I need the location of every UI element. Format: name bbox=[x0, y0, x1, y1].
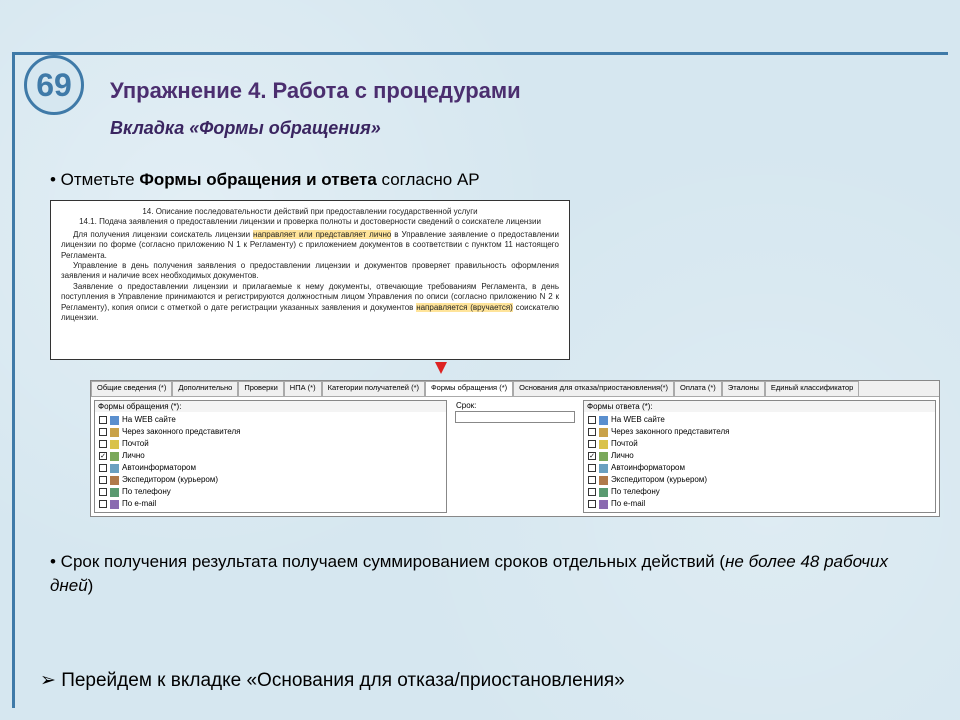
checkbox[interactable] bbox=[588, 416, 596, 424]
list-item: Автоинформатором bbox=[586, 462, 933, 474]
item-label: По e-mail bbox=[122, 498, 156, 510]
list-item: Лично bbox=[97, 450, 444, 462]
tab-6[interactable]: Основания для отказа/приостановления(*) bbox=[513, 381, 674, 396]
item-label: По телефону bbox=[122, 486, 171, 498]
deadline-label: Срок: bbox=[455, 400, 575, 411]
item-icon bbox=[599, 428, 608, 437]
list-item: По e-mail bbox=[586, 498, 933, 510]
tab-2[interactable]: Проверки bbox=[238, 381, 283, 396]
checkbox[interactable] bbox=[99, 440, 107, 448]
tab-8[interactable]: Эталоны bbox=[722, 381, 765, 396]
app-screenshot: Общие сведения (*)ДополнительноПроверкиН… bbox=[90, 380, 940, 517]
footer-next-step: ➢ Перейдем к вкладке «Основания для отка… bbox=[40, 669, 625, 692]
tab-1[interactable]: Дополнительно bbox=[172, 381, 238, 396]
item-label: Почтой bbox=[611, 438, 638, 450]
item-icon bbox=[110, 464, 119, 473]
list-item: Почтой bbox=[97, 438, 444, 450]
item-icon bbox=[599, 500, 608, 509]
list-item: По e-mail bbox=[97, 498, 444, 510]
item-label: На WEB сайте bbox=[122, 414, 176, 426]
regulation-excerpt: 14. Описание последовательности действий… bbox=[50, 200, 570, 360]
item-icon bbox=[110, 440, 119, 449]
slide-subtitle: Вкладка «Формы обращения» bbox=[110, 118, 381, 139]
forms-response-panel: Формы ответа (*): На WEB сайтеЧерез зако… bbox=[583, 400, 936, 513]
item-label: Автоинформатором bbox=[122, 462, 196, 474]
frame-top bbox=[12, 52, 948, 55]
item-icon bbox=[599, 488, 608, 497]
item-label: Лично bbox=[122, 450, 145, 462]
frame-left bbox=[12, 52, 15, 708]
page-number-badge: 69 bbox=[24, 55, 84, 115]
checkbox[interactable] bbox=[588, 500, 596, 508]
list-item: Экспедитором (курьером) bbox=[97, 474, 444, 486]
deadline-panel: Срок: bbox=[455, 400, 575, 513]
tab-4[interactable]: Категории получателей (*) bbox=[322, 381, 425, 396]
chevron-right-icon: ➢ bbox=[40, 670, 61, 691]
checkbox[interactable] bbox=[588, 452, 596, 460]
item-icon bbox=[599, 440, 608, 449]
checkbox[interactable] bbox=[588, 464, 596, 472]
item-icon bbox=[599, 476, 608, 485]
item-icon bbox=[599, 464, 608, 473]
checkbox[interactable] bbox=[99, 428, 107, 436]
tab-5[interactable]: Формы обращения (*) bbox=[425, 381, 513, 396]
item-label: Почтой bbox=[122, 438, 149, 450]
item-icon bbox=[110, 428, 119, 437]
forms-response-header: Формы ответа (*): bbox=[584, 401, 935, 412]
checkbox[interactable] bbox=[588, 428, 596, 436]
deadline-input[interactable] bbox=[455, 411, 575, 423]
item-label: На WEB сайте bbox=[611, 414, 665, 426]
tab-9[interactable]: Единый классификатор bbox=[765, 381, 859, 396]
list-item: Почтой bbox=[586, 438, 933, 450]
item-icon bbox=[110, 416, 119, 425]
tab-bar: Общие сведения (*)ДополнительноПроверкиН… bbox=[91, 381, 939, 397]
item-label: Через законного представителя bbox=[611, 426, 729, 438]
item-label: Экспедитором (курьером) bbox=[611, 474, 707, 486]
checkbox[interactable] bbox=[99, 476, 107, 484]
checkbox[interactable] bbox=[99, 416, 107, 424]
checkbox[interactable] bbox=[588, 440, 596, 448]
item-label: По e-mail bbox=[611, 498, 645, 510]
checkbox[interactable] bbox=[99, 452, 107, 460]
tab-7[interactable]: Оплата (*) bbox=[674, 381, 722, 396]
list-item: Автоинформатором bbox=[97, 462, 444, 474]
tab-0[interactable]: Общие сведения (*) bbox=[91, 381, 172, 396]
list-item: Через законного представителя bbox=[586, 426, 933, 438]
item-icon bbox=[110, 488, 119, 497]
item-label: По телефону bbox=[611, 486, 660, 498]
list-item: По телефону bbox=[97, 486, 444, 498]
item-icon bbox=[599, 416, 608, 425]
instruction-bullet-1: • Отметьте Формы обращения и ответа согл… bbox=[50, 170, 480, 190]
list-item: На WEB сайте bbox=[586, 414, 933, 426]
checkbox[interactable] bbox=[99, 500, 107, 508]
list-item: По телефону bbox=[586, 486, 933, 498]
item-icon bbox=[599, 452, 608, 461]
item-label: Через законного представителя bbox=[122, 426, 240, 438]
tab-3[interactable]: НПА (*) bbox=[284, 381, 322, 396]
item-icon bbox=[110, 500, 119, 509]
checkbox[interactable] bbox=[588, 476, 596, 484]
arrow-down-icon bbox=[435, 362, 447, 374]
slide-title: Упражнение 4. Работа с процедурами bbox=[110, 78, 521, 104]
item-icon bbox=[110, 476, 119, 485]
checkbox[interactable] bbox=[99, 464, 107, 472]
page-number: 69 bbox=[36, 67, 72, 104]
item-label: Экспедитором (курьером) bbox=[122, 474, 218, 486]
checkbox[interactable] bbox=[588, 488, 596, 496]
checkbox[interactable] bbox=[99, 488, 107, 496]
forms-request-panel: Формы обращения (*): На WEB сайтеЧерез з… bbox=[94, 400, 447, 513]
list-item: Экспедитором (курьером) bbox=[586, 474, 933, 486]
list-item: Через законного представителя bbox=[97, 426, 444, 438]
forms-request-header: Формы обращения (*): bbox=[95, 401, 446, 412]
item-label: Лично bbox=[611, 450, 634, 462]
item-icon bbox=[110, 452, 119, 461]
list-item: Лично bbox=[586, 450, 933, 462]
instruction-bullet-2: • Срок получения результата получаем сум… bbox=[50, 550, 920, 598]
item-label: Автоинформатором bbox=[611, 462, 685, 474]
list-item: На WEB сайте bbox=[97, 414, 444, 426]
